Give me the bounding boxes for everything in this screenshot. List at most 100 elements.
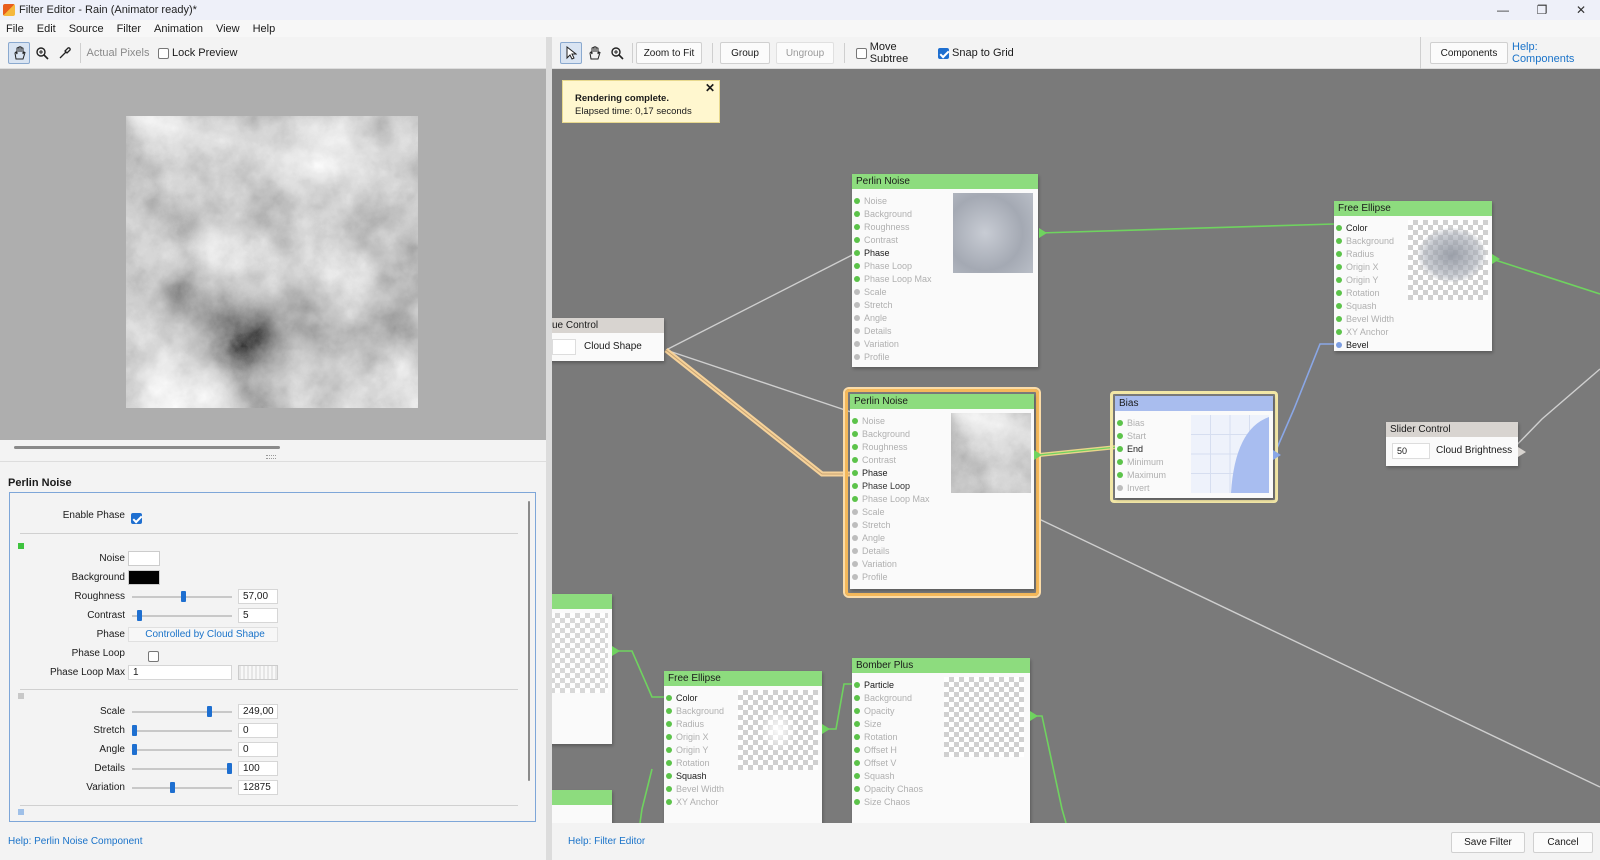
group-collapse-marker-3[interactable] xyxy=(18,809,24,815)
port-background[interactable]: Background xyxy=(666,706,724,716)
value-control-node[interactable]: ue Control Cloud Shape xyxy=(552,318,664,361)
menu-edit[interactable]: Edit xyxy=(37,23,56,35)
port-phase[interactable]: Phase xyxy=(854,248,890,258)
port-size[interactable]: Size xyxy=(854,719,882,729)
port-angle[interactable]: Angle xyxy=(854,313,887,323)
port-bias[interactable]: Bias xyxy=(1117,418,1145,428)
menu-file[interactable]: File xyxy=(6,23,24,35)
port-phase-loop-max[interactable]: Phase Loop Max xyxy=(854,274,932,284)
port-rotation[interactable]: Rotation xyxy=(666,758,710,768)
eyedropper-icon[interactable] xyxy=(54,42,76,64)
port-details[interactable]: Details xyxy=(854,326,892,336)
perlin-noise-node-1[interactable]: Perlin Noise Noise Background Roughness … xyxy=(852,174,1038,367)
free-ellipse-1-output-port[interactable] xyxy=(1492,254,1500,264)
port-phase-loop[interactable]: Phase Loop xyxy=(852,481,910,491)
group-collapse-marker[interactable] xyxy=(18,543,24,549)
phase-loop-checkbox[interactable] xyxy=(148,651,160,662)
lock-preview-checkbox[interactable]: Lock Preview xyxy=(158,42,238,64)
port-roughness[interactable]: Roughness xyxy=(852,442,908,452)
cloud-brightness-input[interactable]: 50 xyxy=(1392,443,1430,459)
perlin-noise-node-2[interactable]: Perlin Noise Noise Background Roughness … xyxy=(850,394,1034,589)
bomber-plus-output-port[interactable] xyxy=(1030,711,1038,721)
scale-input[interactable]: 249,00 xyxy=(238,704,278,719)
port-origin-y[interactable]: Origin Y xyxy=(666,745,708,755)
background-color-swatch[interactable] xyxy=(128,570,160,585)
port-scale[interactable]: Scale xyxy=(854,287,887,297)
preview-scroll-thumb[interactable] xyxy=(14,446,280,449)
port-scale[interactable]: Scale xyxy=(852,507,885,517)
components-button[interactable]: Components xyxy=(1430,42,1508,64)
port-xy-anchor[interactable]: XY Anchor xyxy=(666,797,718,807)
filter-graph-canvas[interactable]: ue Control Cloud Shape Perlin Noise Nois… xyxy=(552,69,1600,823)
port-phase-loop[interactable]: Phase Loop xyxy=(854,261,912,271)
enable-phase-checkbox[interactable] xyxy=(131,513,142,524)
stretch-input[interactable]: 0 xyxy=(238,723,278,738)
port-squash[interactable]: Squash xyxy=(1336,301,1377,311)
port-roughness[interactable]: Roughness xyxy=(854,222,910,232)
move-subtree-checkbox[interactable]: Move Subtree xyxy=(856,41,936,65)
details-slider[interactable] xyxy=(132,768,232,770)
lock-preview-check[interactable] xyxy=(158,47,169,59)
move-subtree-check[interactable] xyxy=(856,47,867,59)
group-button[interactable]: Group xyxy=(720,42,770,64)
save-filter-button[interactable]: Save Filter xyxy=(1451,832,1525,853)
port-squash[interactable]: Squash xyxy=(666,771,707,781)
menu-animation[interactable]: Animation xyxy=(154,23,203,35)
snap-to-grid-checkbox[interactable]: Snap to Grid xyxy=(938,42,1018,64)
details-slider-thumb[interactable] xyxy=(227,763,232,774)
port-rotation[interactable]: Rotation xyxy=(1336,288,1380,298)
port-background[interactable]: Background xyxy=(852,429,910,439)
port-background[interactable]: Background xyxy=(854,693,912,703)
port-start[interactable]: Start xyxy=(1117,431,1146,441)
snap-to-grid-check[interactable] xyxy=(938,47,949,59)
phase-controlled-link[interactable]: Controlled by Cloud Shape xyxy=(128,627,278,642)
ungroup-button[interactable]: Ungroup xyxy=(776,42,834,64)
partial-node-left[interactable] xyxy=(552,594,612,744)
close-icon[interactable]: ✕ xyxy=(1562,0,1600,20)
zoom-tool-icon[interactable] xyxy=(31,42,53,64)
port-origin-x[interactable]: Origin X xyxy=(666,732,709,742)
group-collapse-marker-2[interactable] xyxy=(18,693,24,699)
port-angle[interactable]: Angle xyxy=(852,533,885,543)
phase-loop-max-input[interactable]: 1 xyxy=(128,665,232,680)
value-control-input[interactable] xyxy=(552,339,576,355)
pan-tool-icon[interactable] xyxy=(583,42,605,64)
port-radius[interactable]: Radius xyxy=(1336,249,1374,259)
contrast-input[interactable]: 5 xyxy=(238,608,278,623)
help-perlin-noise-link[interactable]: Help: Perlin Noise Component xyxy=(8,836,143,847)
port-maximum[interactable]: Maximum xyxy=(1117,470,1166,480)
bias-node[interactable]: Bias Bias Start End Minimum Maximum Inve… xyxy=(1115,396,1273,498)
bias-output-port[interactable] xyxy=(1273,450,1281,460)
port-rotation[interactable]: Rotation xyxy=(854,732,898,742)
port-contrast[interactable]: Contrast xyxy=(854,235,898,245)
port-phase-loop-max[interactable]: Phase Loop Max xyxy=(852,494,930,504)
partial-node-left-2[interactable] xyxy=(552,790,612,823)
port-invert[interactable]: Invert xyxy=(1117,483,1150,493)
angle-slider-thumb[interactable] xyxy=(132,744,137,755)
angle-input[interactable]: 0 xyxy=(238,742,278,757)
scale-slider-thumb[interactable] xyxy=(207,706,213,717)
free-ellipse-2-output-port[interactable] xyxy=(822,724,830,734)
menu-help[interactable]: Help xyxy=(253,23,276,35)
perlin-noise-2-output-port[interactable] xyxy=(1034,450,1042,460)
menu-view[interactable]: View xyxy=(216,23,240,35)
port-radius[interactable]: Radius xyxy=(666,719,704,729)
port-background[interactable]: Background xyxy=(1336,236,1394,246)
free-ellipse-node-1[interactable]: Free Ellipse Color Background Radius Ori… xyxy=(1334,201,1492,351)
port-end[interactable]: End xyxy=(1117,444,1143,454)
port-noise[interactable]: Noise xyxy=(854,196,887,206)
help-filter-editor-link[interactable]: Help: Filter Editor xyxy=(568,836,645,847)
roughness-input[interactable]: 57,00 xyxy=(238,589,278,604)
port-details[interactable]: Details xyxy=(852,546,890,556)
perlin-noise-1-output-port[interactable] xyxy=(1039,228,1047,238)
port-opacity[interactable]: Opacity xyxy=(854,706,895,716)
port-squash[interactable]: Squash xyxy=(854,771,895,781)
port-noise[interactable]: Noise xyxy=(852,416,885,426)
properties-scrollbar[interactable] xyxy=(528,501,530,781)
port-color[interactable]: Color xyxy=(1336,223,1368,233)
contrast-slider-thumb[interactable] xyxy=(136,610,142,621)
variation-slider[interactable] xyxy=(132,787,232,789)
port-background[interactable]: Background xyxy=(854,209,912,219)
port-phase[interactable]: Phase xyxy=(852,468,888,478)
port-bevel-width[interactable]: Bevel Width xyxy=(1336,314,1394,324)
